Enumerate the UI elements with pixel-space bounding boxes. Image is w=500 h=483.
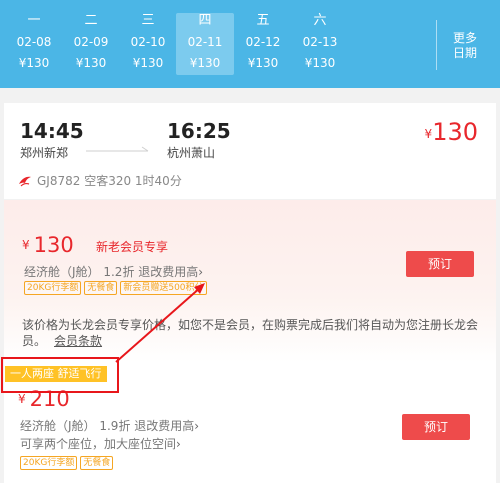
weekday-label: 二 — [84, 13, 98, 28]
chevron-right-icon: › — [176, 437, 181, 451]
seat-benefit-link[interactable]: 可享两个座位，加大座位空间› — [20, 435, 181, 452]
date-label: 02-10 — [130, 35, 166, 49]
weekday-label: 六 — [313, 13, 327, 28]
offer-price: ¥130 — [22, 233, 74, 257]
date-tab-1[interactable]: 一 02-08 ¥130 — [5, 13, 63, 75]
weekday-label: 五 — [256, 13, 270, 28]
date-price: ¥130 — [304, 56, 336, 70]
chevron-right-icon: › — [194, 419, 200, 433]
cabin-info-link[interactable]: 经济舱（J舱） 1.2折 退改费用高› — [24, 263, 203, 280]
date-label: 02-08 — [16, 35, 52, 49]
arrival-time: 16:25 — [167, 119, 231, 143]
flight-info-text: GJ8782 空客320 1时40分 — [37, 174, 182, 188]
baggage-tag: 20KG行李额 — [24, 281, 82, 295]
offer-tags: 20KG行李额 无餐食 新会员赠送500积分 — [24, 281, 207, 295]
departure-time: 14:45 — [20, 119, 84, 143]
departure-airport: 郑州新郑 — [20, 146, 69, 160]
highlight-box — [1, 357, 119, 393]
date-selector-bar: 一 02-08 ¥130 二 02-09 ¥130 三 02-10 ¥130 四… — [0, 0, 500, 88]
date-tab-6[interactable]: 六 02-13 ¥130 — [291, 13, 349, 75]
date-tab-4-selected[interactable]: 四 02-11 ¥130 — [176, 13, 234, 75]
date-label: 02-12 — [245, 35, 281, 49]
meal-tag: 无餐食 — [80, 456, 114, 470]
offer-tags: 20KG行李额 无餐食 — [20, 456, 114, 470]
seat-benefit-text: 可享两个座位，加大座位空间 — [20, 437, 177, 451]
currency-symbol: ¥ — [18, 392, 26, 406]
cabin-info-link[interactable]: 经济舱（J舱） 1.9折 退改费用高› — [20, 417, 199, 434]
date-tab-3[interactable]: 三 02-10 ¥130 — [119, 13, 177, 75]
date-label: 02-09 — [73, 35, 109, 49]
arrival-airport: 杭州萧山 — [167, 146, 216, 160]
date-tab-2[interactable]: 二 02-09 ¥130 — [62, 13, 120, 75]
book-button[interactable]: 预订 — [406, 251, 474, 277]
member-terms-link[interactable]: 会员条款 — [54, 334, 102, 348]
flight-info: GJ8782 空客320 1时40分 — [18, 172, 182, 189]
date-price: ¥130 — [75, 56, 107, 70]
date-price: ¥130 — [132, 56, 164, 70]
price-amount: 130 — [33, 233, 74, 257]
currency-symbol: ¥ — [22, 238, 30, 252]
baggage-tag: 20KG行李额 — [20, 456, 78, 470]
chevron-right-icon: › — [198, 265, 204, 279]
book-button[interactable]: 预订 — [402, 414, 470, 440]
date-price: ¥130 — [18, 56, 50, 70]
price-amount: 130 — [432, 118, 478, 146]
date-tab-5[interactable]: 五 02-12 ¥130 — [234, 13, 292, 75]
weekday-label: 四 — [198, 13, 212, 28]
points-tag: 新会员赠送500积分 — [120, 281, 207, 295]
divider — [436, 20, 437, 70]
more-dates-button[interactable]: 更多日期 — [448, 31, 482, 61]
member-notice: 该价格为长龙会员专享价格，如您不是会员，在购票完成后我们将自动为您注册长龙会员。… — [22, 317, 482, 349]
airline-logo-icon — [19, 176, 31, 186]
lowest-price: ¥130 — [425, 118, 478, 146]
meal-tag: 无餐食 — [84, 281, 118, 295]
member-exclusive-label: 新老会员专享 — [96, 240, 169, 254]
cabin-info-text: 经济舱（J舱） 1.2折 退改费用高 — [24, 265, 199, 279]
weekday-label: 一 — [27, 13, 41, 28]
date-price: ¥130 — [247, 56, 279, 70]
date-price: ¥130 — [189, 56, 221, 70]
flight-arrow-icon — [86, 146, 149, 152]
flight-card: 14:45 郑州新郑 16:25 杭州萧山 ¥130 GJ8782 空客320 … — [4, 103, 496, 199]
member-offer-card: ¥130 新老会员专享 经济舱（J舱） 1.2折 退改费用高› 20KG行李额 … — [4, 200, 496, 362]
weekday-label: 三 — [141, 13, 155, 28]
cabin-info-text: 经济舱（J舱） 1.9折 退改费用高 — [20, 419, 195, 433]
date-label: 02-13 — [302, 35, 338, 49]
date-label: 02-11 — [187, 35, 223, 49]
